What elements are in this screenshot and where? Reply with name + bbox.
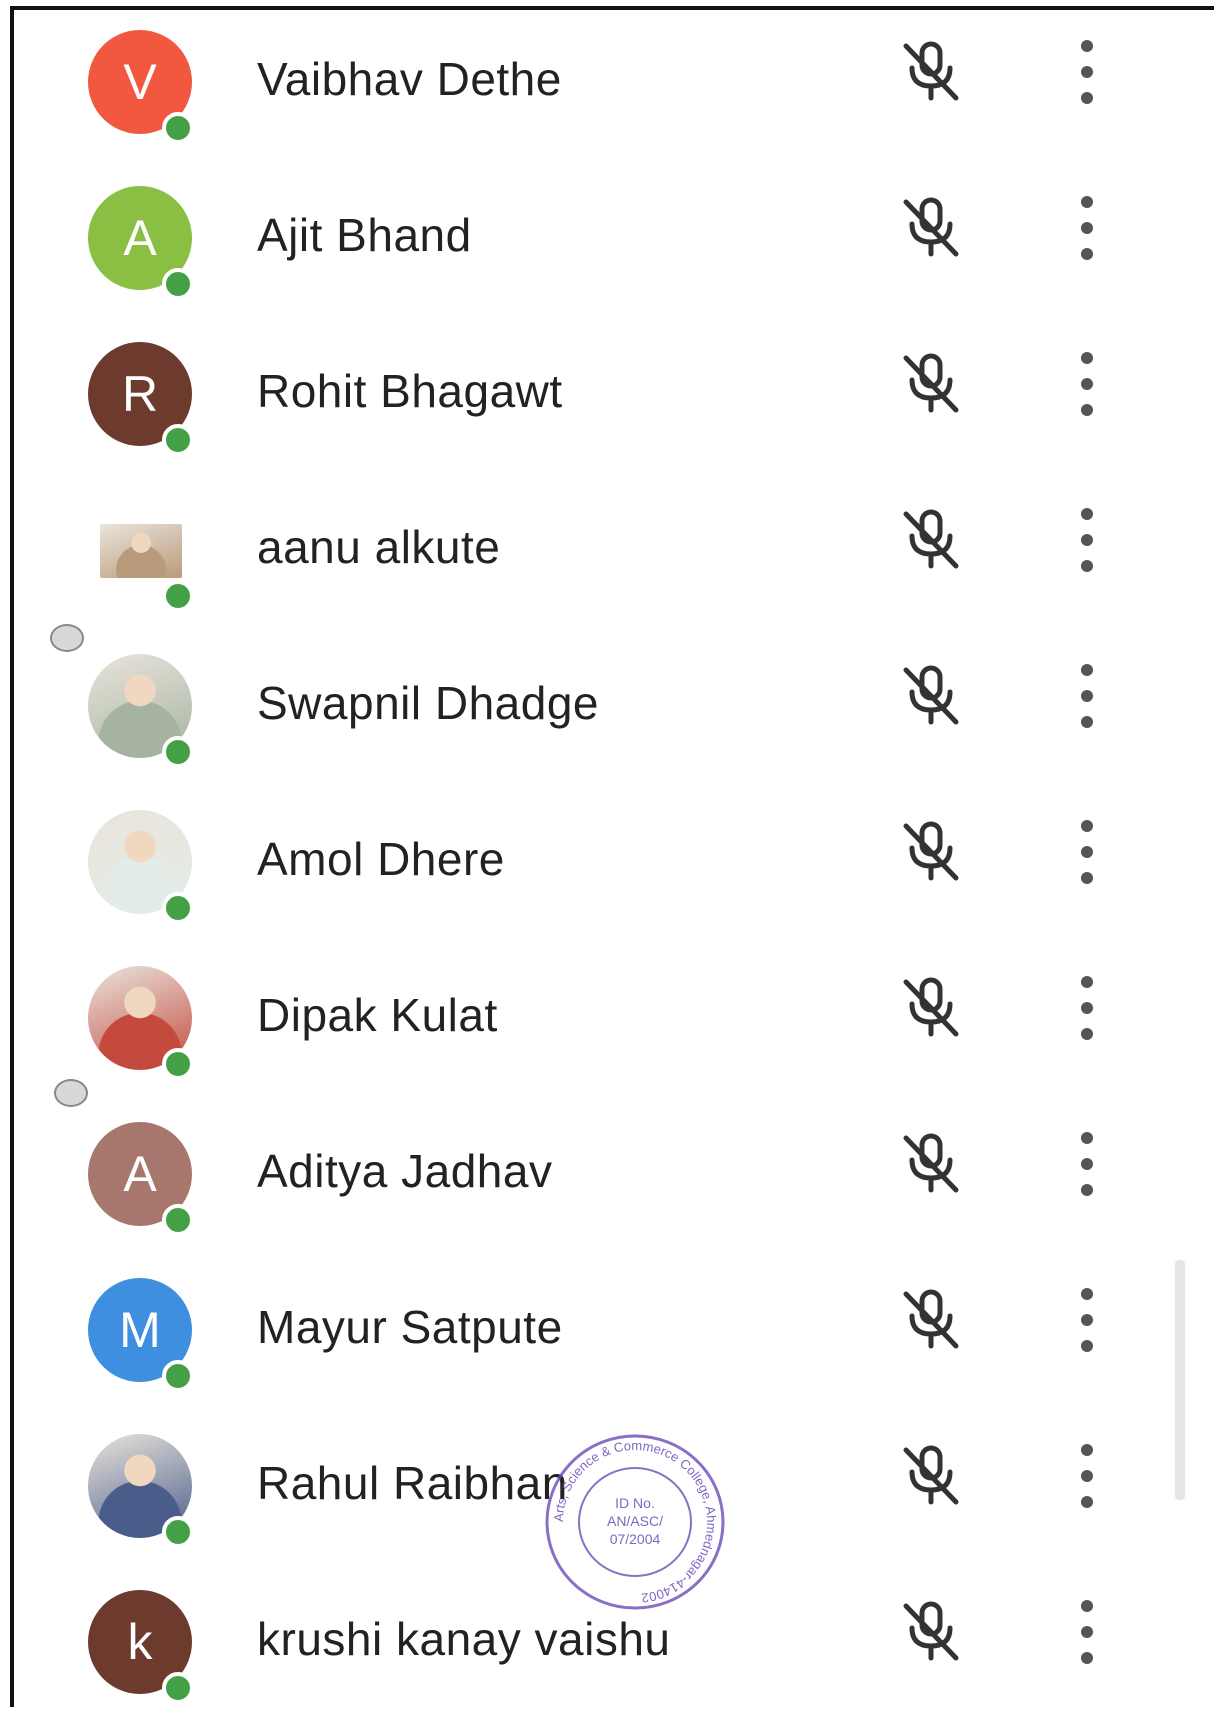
online-status-dot	[162, 580, 194, 612]
participant-row[interactable]: R Rohit Bhagawt	[0, 316, 1180, 472]
participant-name: Dipak Kulat	[257, 989, 498, 1041]
participant-name: Aditya Jadhav	[257, 1145, 553, 1197]
online-status-dot	[162, 736, 194, 768]
participant-name: Vaibhav Dethe	[257, 53, 562, 105]
participant-row[interactable]: Swapnil Dhadge	[0, 628, 1180, 784]
avatar	[88, 966, 194, 1080]
online-status-dot	[162, 892, 194, 924]
participant-row[interactable]: V Vaibhav Dethe	[0, 4, 1180, 160]
online-status-dot	[162, 268, 194, 300]
mic-off-icon[interactable]	[896, 348, 966, 418]
scrollbar[interactable]	[1175, 1260, 1185, 1500]
participant-name: Swapnil Dhadge	[257, 677, 600, 729]
more-vert-icon[interactable]	[1070, 508, 1104, 572]
more-vert-icon[interactable]	[1070, 820, 1104, 884]
participant-row[interactable]: A Ajit Bhand	[0, 160, 1180, 316]
mic-off-icon[interactable]	[896, 1440, 966, 1510]
more-vert-icon[interactable]	[1070, 1132, 1104, 1196]
online-status-dot	[162, 1516, 194, 1548]
online-status-dot	[162, 424, 194, 456]
mic-off-icon[interactable]	[896, 816, 966, 886]
svg-text:ID No.: ID No.	[615, 1495, 655, 1511]
mic-off-icon[interactable]	[896, 1284, 966, 1354]
avatar: M	[88, 1278, 194, 1392]
more-vert-icon[interactable]	[1070, 1444, 1104, 1508]
more-vert-icon[interactable]	[1070, 976, 1104, 1040]
more-vert-icon[interactable]	[1070, 1600, 1104, 1664]
participant-name: krushi kanay vaishu	[257, 1613, 671, 1665]
avatar	[88, 1434, 194, 1548]
avatar: k	[88, 1590, 194, 1704]
more-vert-icon[interactable]	[1070, 196, 1104, 260]
avatar	[88, 810, 194, 924]
avatar	[88, 654, 194, 768]
avatar	[88, 498, 194, 612]
mic-off-icon[interactable]	[896, 504, 966, 574]
avatar: V	[88, 30, 194, 144]
mic-off-icon[interactable]	[896, 972, 966, 1042]
mic-off-icon[interactable]	[896, 36, 966, 106]
participant-row[interactable]: aanu alkute	[0, 472, 1180, 628]
avatar: A	[88, 1122, 194, 1236]
participant-row[interactable]: Amol Dhere	[0, 784, 1180, 940]
participant-name: Rahul Raibhan	[257, 1457, 568, 1509]
online-status-dot	[162, 1048, 194, 1080]
online-status-dot	[162, 112, 194, 144]
participant-row[interactable]: A Aditya Jadhav	[0, 1096, 1180, 1252]
avatar: R	[88, 342, 194, 456]
participant-name: Rohit Bhagawt	[257, 365, 563, 417]
more-vert-icon[interactable]	[1070, 40, 1104, 104]
mic-off-icon[interactable]	[896, 660, 966, 730]
online-status-dot	[162, 1204, 194, 1236]
avatar-photo	[100, 524, 182, 578]
online-status-dot	[162, 1672, 194, 1704]
svg-text:AN/ASC/: AN/ASC/	[607, 1513, 663, 1529]
participant-row[interactable]: M Mayur Satpute	[0, 1252, 1180, 1408]
mic-off-icon[interactable]	[896, 192, 966, 262]
participant-name: aanu alkute	[257, 521, 501, 573]
online-status-dot	[162, 1360, 194, 1392]
mic-off-icon[interactable]	[896, 1128, 966, 1198]
participant-name: Amol Dhere	[257, 833, 505, 885]
mic-off-icon[interactable]	[896, 1596, 966, 1666]
avatar: A	[88, 186, 194, 300]
more-vert-icon[interactable]	[1070, 352, 1104, 416]
college-stamp: Arts, Science & Commerce College, Ahmedn…	[545, 1434, 725, 1610]
participant-name: Mayur Satpute	[257, 1301, 563, 1353]
more-vert-icon[interactable]	[1070, 1288, 1104, 1352]
svg-text:07/2004: 07/2004	[610, 1531, 661, 1547]
participant-row[interactable]: Dipak Kulat	[0, 940, 1180, 1096]
participant-name: Ajit Bhand	[257, 209, 472, 261]
more-vert-icon[interactable]	[1070, 664, 1104, 728]
